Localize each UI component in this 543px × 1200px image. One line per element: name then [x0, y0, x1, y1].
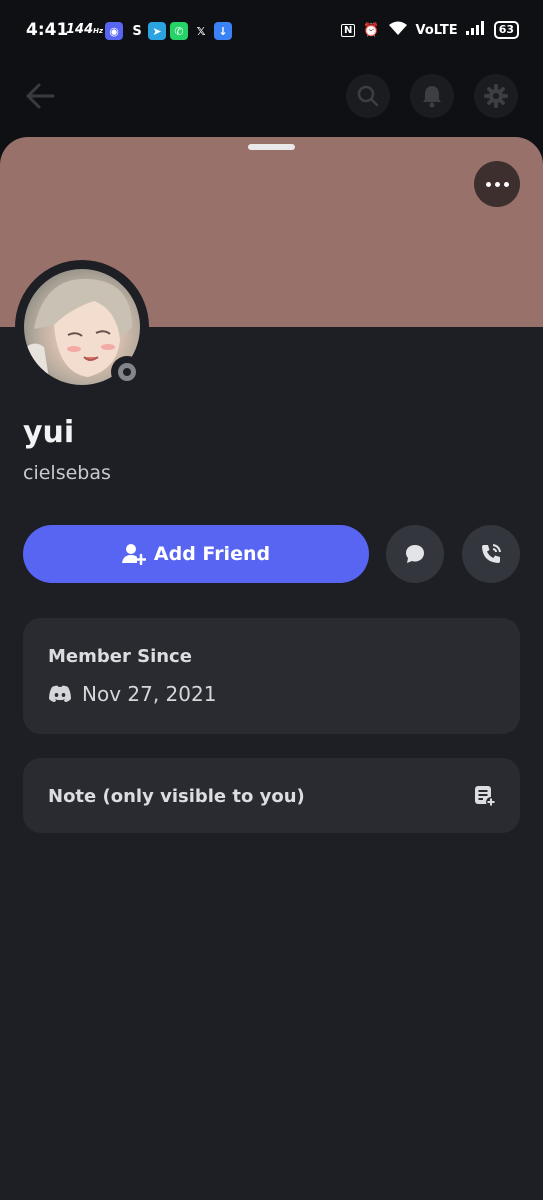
signal-icon	[465, 21, 486, 39]
display-name: yui	[23, 415, 75, 450]
bell-icon	[423, 86, 441, 108]
download-notification-icon: ↓	[214, 22, 232, 40]
refresh-rate: 144Hz	[66, 22, 104, 37]
status-indicators: N ⏰ VoLTE 63	[340, 20, 519, 40]
notifications-button[interactable]	[410, 74, 454, 118]
network-type: VoLTE	[415, 22, 458, 38]
discord-notification-icon: ◉	[105, 22, 123, 40]
status-time: 4:41	[26, 20, 69, 40]
member-since-card: Member Since Nov 27, 2021	[23, 618, 520, 734]
back-button[interactable]	[22, 78, 58, 114]
arrow-left-icon	[26, 83, 55, 109]
status-bar: 4:41 144Hz ◉ S ➤ ✆ 𝕏 ↓ N ⏰ VoLTE 63	[0, 0, 543, 62]
dot	[494, 181, 500, 187]
avatar-container[interactable]	[15, 260, 149, 394]
message-button[interactable]	[386, 525, 444, 583]
s-app-notification-icon: S	[132, 23, 142, 39]
dot	[485, 181, 491, 187]
alarm-icon: ⏰	[363, 22, 380, 38]
top-nav	[0, 62, 543, 132]
add-friend-label: Add Friend	[153, 543, 271, 565]
add-user-icon	[121, 544, 146, 565]
search-icon	[357, 85, 379, 107]
battery-icon: 63	[493, 21, 519, 39]
member-since-row: Nov 27, 2021	[48, 682, 216, 706]
member-since-title: Member Since	[48, 646, 192, 667]
nfc-icon: N	[340, 23, 356, 37]
note-add-icon	[475, 786, 496, 807]
search-button[interactable]	[346, 74, 390, 118]
more-options-button[interactable]	[474, 161, 520, 207]
phone-call-icon	[482, 544, 501, 563]
settings-button[interactable]	[474, 74, 518, 118]
wifi-icon	[388, 20, 408, 40]
gear-icon	[484, 84, 508, 108]
discord-logo-icon	[49, 685, 71, 702]
dot	[503, 181, 509, 187]
offline-status-icon	[118, 363, 136, 381]
telegram-notification-icon: ➤	[148, 22, 166, 40]
profile-sheet: yui cielsebas Add Friend Member Since No…	[0, 137, 543, 1200]
add-friend-button[interactable]: Add Friend	[23, 525, 369, 583]
username: cielsebas	[23, 462, 111, 484]
chat-bubble-icon	[406, 545, 424, 563]
status-indicator	[111, 356, 143, 388]
note-placeholder: Note (only visible to you)	[48, 786, 305, 807]
sheet-drag-handle[interactable]	[248, 144, 295, 150]
x-notification-icon: 𝕏	[196, 24, 206, 38]
whatsapp-notification-icon: ✆	[170, 22, 188, 40]
note-field[interactable]: Note (only visible to you)	[23, 758, 520, 833]
member-since-date: Nov 27, 2021	[82, 682, 217, 706]
voice-call-button[interactable]	[462, 525, 520, 583]
